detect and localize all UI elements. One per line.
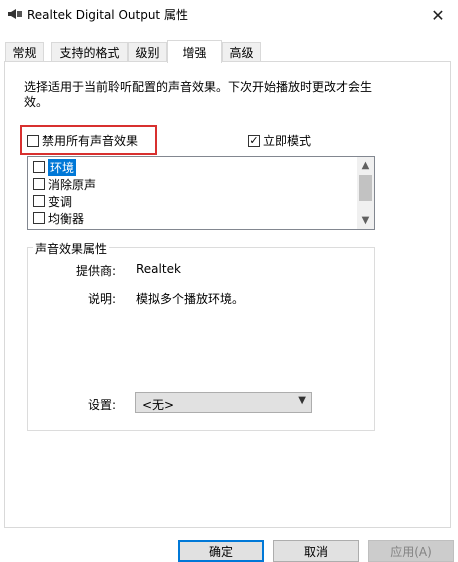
checkmark-icon: ✓ [248, 133, 260, 147]
close-icon: ✕ [431, 5, 445, 25]
checkbox-box [27, 134, 39, 147]
checkbox-box [33, 178, 45, 190]
provider-label: 提供商: [76, 264, 117, 278]
scroll-down-icon[interactable]: ▼ [357, 212, 374, 229]
checkbox-box [33, 212, 45, 224]
setting-dropdown[interactable]: <无> ▼ [135, 392, 312, 413]
setting-selected-value: <无> [142, 398, 175, 412]
scroll-up-icon[interactable]: ▲ [357, 157, 374, 174]
description-value: 模拟多个播放环境。 [136, 292, 245, 306]
list-item-voice-cancellation[interactable]: 消除原声 [33, 176, 96, 192]
title-bar: Realtek Digital Output 属性 ✕ [0, 0, 458, 30]
scrollbar-thumb[interactable] [359, 175, 372, 201]
disable-all-effects-checkbox[interactable]: 禁用所有声音效果 [27, 132, 138, 149]
chevron-down-icon: ▼ [298, 395, 306, 406]
tab-general[interactable]: 常规 [5, 42, 44, 62]
checkbox-label: 禁用所有声音效果 [42, 134, 139, 148]
checkbox-box [33, 195, 45, 207]
effects-list[interactable]: 环境 消除原声 变调 均衡器 ▲ ▼ [27, 156, 375, 230]
tab-supported-formats[interactable]: 支持的格式 [51, 42, 128, 62]
vertical-scrollbar[interactable]: ▲ ▼ [357, 157, 374, 229]
list-item-pitch-shift[interactable]: 变调 [33, 193, 72, 209]
checkbox-box [33, 161, 45, 173]
list-item-environment[interactable]: 环境 [33, 158, 77, 176]
ok-button[interactable]: 确定 [178, 540, 264, 562]
tab-advanced[interactable]: 高级 [222, 42, 261, 62]
tab-levels[interactable]: 级别 [128, 42, 167, 62]
list-item-label: 均衡器 [48, 211, 85, 226]
immediate-mode-checkbox[interactable]: ✓ 立即模式 [248, 132, 311, 149]
list-item-label: 环境 [48, 158, 77, 176]
close-button[interactable]: ✕ [418, 0, 458, 30]
enhancement-description: 选择适用于当前聆听配置的声音效果。下次开始播放时更改才会生效。 [24, 80, 373, 109]
window-title: Realtek Digital Output 属性 [27, 8, 188, 22]
cancel-button[interactable]: 取消 [273, 540, 359, 562]
checkbox-label: 立即模式 [263, 134, 312, 148]
tab-strip: 常规 支持的格式 级别 增强 高级 [0, 40, 458, 63]
setting-label: 设置: [88, 398, 117, 412]
provider-value: Realtek [136, 262, 181, 276]
tab-enhancements[interactable]: 增强 [167, 40, 222, 63]
group-title: 声音效果属性 [33, 240, 110, 257]
speaker-device-icon [8, 9, 22, 19]
list-item-equalizer[interactable]: 均衡器 [33, 210, 84, 226]
list-item-label: 变调 [48, 194, 73, 209]
list-item-label: 消除原声 [48, 177, 97, 192]
apply-button[interactable]: 应用(A) [368, 540, 454, 562]
description-label: 说明: [88, 292, 117, 306]
